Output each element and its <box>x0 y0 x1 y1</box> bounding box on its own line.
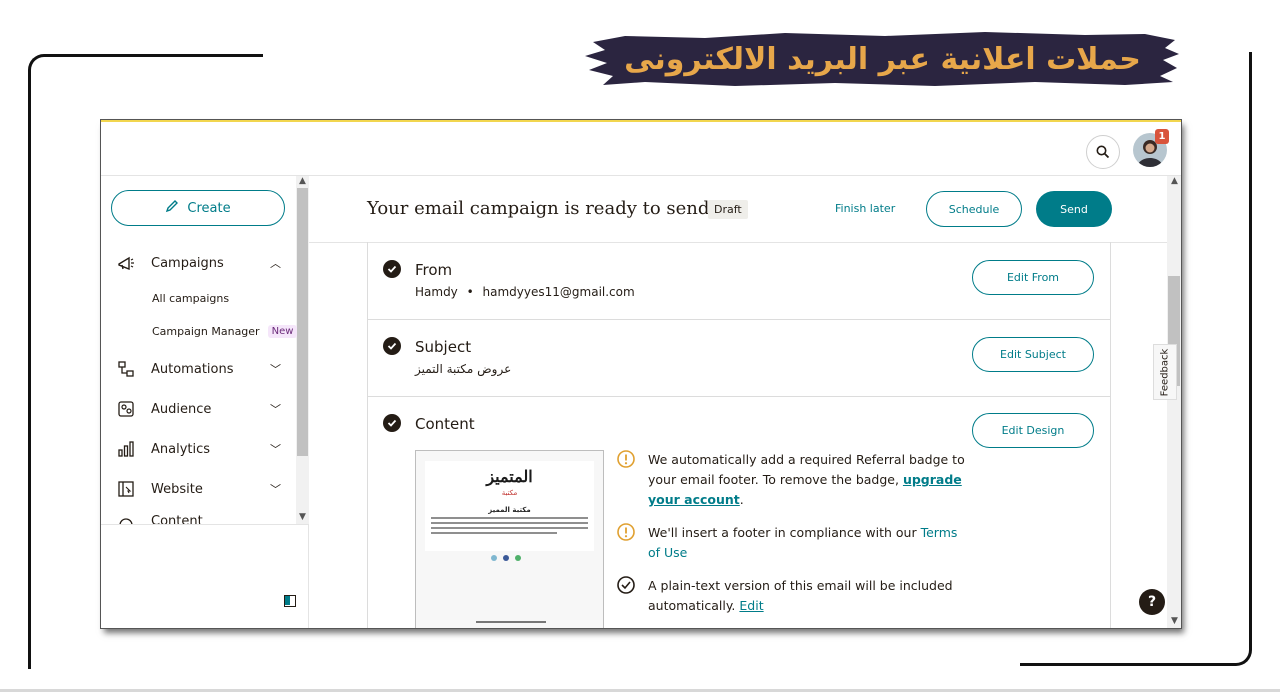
automation-icon <box>115 358 137 380</box>
chevron-down-icon: ﹀ <box>270 403 281 416</box>
create-button[interactable]: Create <box>111 190 285 226</box>
feedback-tab[interactable]: Feedback <box>1153 344 1177 400</box>
page-title: Your email campaign is ready to send! <box>367 198 717 219</box>
sidebar-subitem-all-campaigns[interactable]: All campaigns <box>152 292 229 305</box>
schedule-button[interactable]: Schedule <box>926 191 1022 227</box>
create-label: Create <box>187 200 231 216</box>
main-scrollbar[interactable] <box>1167 176 1181 628</box>
social-icon <box>515 555 521 561</box>
sidebar-subitem-label: Campaign Manager <box>152 325 260 338</box>
preview-social-icons <box>491 555 521 561</box>
sidebar-divider <box>101 524 309 525</box>
sidebar-item-campaigns[interactable]: Campaigns ︿ <box>115 252 287 274</box>
chevron-down-icon: ﹀ <box>270 443 281 456</box>
preview-text-lines <box>431 517 588 537</box>
sidebar-subitem-campaign-manager[interactable]: Campaign Manager New <box>152 325 298 338</box>
footer-compliance-note: We'll insert a footer in compliance with… <box>648 523 968 563</box>
from-name: Hamdy <box>415 285 458 299</box>
check-circle-outline-icon <box>617 576 635 594</box>
sidebar-item-audience[interactable]: Audience ﹀ <box>115 398 287 420</box>
email-preview-thumbnail[interactable]: المتميز مكتبة مكتبة المميز <box>415 450 604 628</box>
edit-subject-button[interactable]: Edit Subject <box>972 337 1094 372</box>
collapse-sidebar-icon[interactable] <box>284 595 296 607</box>
check-circle-icon <box>383 260 401 278</box>
title-banner: حملات اعلانية عبر البريد الالكترونى <box>585 30 1180 88</box>
pencil-icon <box>165 199 179 217</box>
sidebar-item-label: Content <box>151 514 203 524</box>
preview-logo-sub: مكتبة <box>501 489 518 497</box>
from-title: From <box>415 261 453 279</box>
sidebar-item-label: Automations <box>151 361 234 377</box>
sidebar-item-label: Audience <box>151 401 212 417</box>
warning-icon <box>617 523 635 541</box>
send-button[interactable]: Send <box>1036 191 1112 227</box>
sidebar-item-label: Campaigns <box>151 255 224 271</box>
new-badge: New <box>267 325 298 338</box>
from-section: From Hamdy • hamdyyes11@gmail.com Edit F… <box>367 242 1111 319</box>
sidebar-item-label: Website <box>151 481 203 497</box>
search-button[interactable] <box>1086 135 1120 169</box>
preview-footer-line <box>476 621 546 623</box>
edit-from-button[interactable]: Edit From <box>972 260 1094 295</box>
preview-heading: مكتبة المميز <box>488 506 531 514</box>
preview-body: المتميز مكتبة مكتبة المميز <box>425 461 594 551</box>
sidebar-item-analytics[interactable]: Analytics ﹀ <box>115 438 287 460</box>
scroll-down-arrow[interactable]: ▼ <box>1168 616 1181 626</box>
search-icon <box>1096 145 1110 159</box>
edit-plain-text-link[interactable]: Edit <box>739 598 763 613</box>
feedback-label: Feedback <box>1159 348 1171 396</box>
social-icon <box>491 555 497 561</box>
social-icon <box>503 555 509 561</box>
chevron-down-icon: ﹀ <box>270 483 281 496</box>
note-text-end: . <box>739 492 744 507</box>
from-email: hamdyyes11@gmail.com <box>482 285 635 299</box>
scroll-up-arrow[interactable]: ▲ <box>1168 176 1181 186</box>
sidebar-scroll-thumb[interactable] <box>297 188 308 456</box>
email-app-window: 1 ▲ ▼ Create Campaigns ︿ All campaigns C… <box>101 120 1181 628</box>
chevron-up-icon: ︿ <box>270 257 281 270</box>
sidebar: ▲ ▼ Create Campaigns ︿ All campaigns Cam… <box>101 176 309 628</box>
sidebar-item-content[interactable]: Content <box>115 514 287 524</box>
finish-later-link[interactable]: Finish later <box>835 202 895 215</box>
subject-value: عروض مكتبة التميز <box>415 362 512 376</box>
content-title: Content <box>415 415 475 433</box>
content-icon <box>115 514 137 524</box>
main-content: Your email campaign is ready to send! Dr… <box>309 176 1181 628</box>
subject-title: Subject <box>415 338 472 356</box>
notification-badge: 1 <box>1155 129 1169 144</box>
note-text: We'll insert a footer in compliance with… <box>648 525 917 540</box>
from-details: Hamdy • hamdyyes11@gmail.com <box>415 285 635 299</box>
check-circle-icon <box>383 414 401 432</box>
help-button[interactable]: ? <box>1139 589 1165 615</box>
warning-icon <box>617 450 635 468</box>
from-separator: • <box>466 285 474 299</box>
website-icon <box>115 478 137 500</box>
sidebar-subitem-label: All campaigns <box>152 292 230 305</box>
scroll-down-arrow[interactable]: ▼ <box>296 512 309 522</box>
audience-icon <box>115 398 137 420</box>
status-badge: Draft <box>708 200 748 219</box>
sidebar-item-automations[interactable]: Automations ﹀ <box>115 358 287 380</box>
megaphone-icon <box>115 252 137 274</box>
bar-chart-icon <box>115 438 137 460</box>
top-bar: 1 <box>101 120 1181 176</box>
sidebar-item-label: Analytics <box>151 441 211 457</box>
plain-text-note: A plain-text version of this email will … <box>648 576 968 616</box>
check-circle-icon <box>383 337 401 355</box>
edit-design-button[interactable]: Edit Design <box>972 413 1094 448</box>
scroll-up-arrow[interactable]: ▲ <box>296 176 309 186</box>
referral-badge-note: We automatically add a required Referral… <box>648 450 968 510</box>
note-text: A plain-text version of this email will … <box>648 578 953 613</box>
preview-logo: المتميز <box>486 467 533 486</box>
subject-section: Subject عروض مكتبة التميز Edit Subject <box>367 319 1111 396</box>
banner-title: حملات اعلانية عبر البريد الالكترونى <box>624 41 1141 77</box>
sidebar-item-website[interactable]: Website ﹀ <box>115 478 287 500</box>
chevron-down-icon: ﹀ <box>270 363 281 376</box>
